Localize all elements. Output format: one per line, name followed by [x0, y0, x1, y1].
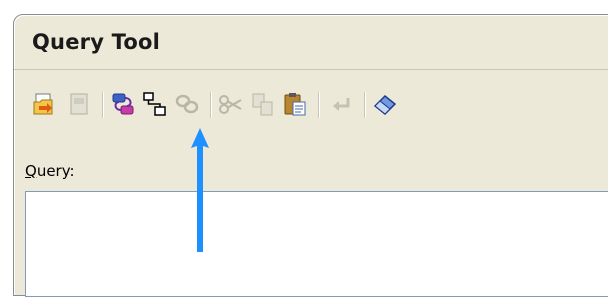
- title-bar: Query Tool: [14, 15, 608, 70]
- undo-button[interactable]: [326, 88, 356, 120]
- annotation-arrow: [188, 124, 212, 256]
- paste-button[interactable]: [280, 88, 310, 120]
- undo-arrow-icon: [333, 98, 350, 111]
- scissors-icon: [219, 95, 242, 114]
- eraser-icon: [373, 94, 397, 116]
- document-icon: [70, 93, 88, 115]
- open-folder-icon: [33, 93, 53, 115]
- toolbar-separator: [364, 92, 365, 118]
- query-input[interactable]: [25, 191, 608, 297]
- query-label-text: Query:: [25, 162, 75, 180]
- copy-button[interactable]: [248, 88, 278, 120]
- save-button[interactable]: [64, 88, 94, 120]
- chain-icon: [175, 94, 199, 114]
- open-file-button[interactable]: [30, 88, 60, 120]
- toolbar-separator: [102, 92, 103, 118]
- link-tables-button[interactable]: [108, 88, 138, 120]
- query-builder-button[interactable]: [140, 88, 170, 120]
- clipboard-icon: [284, 93, 306, 116]
- query-label: Query:: [25, 162, 75, 180]
- toolbar-separator: [318, 92, 319, 118]
- toolbar-separator: [210, 92, 211, 118]
- connected-boxes-icon: [143, 92, 166, 116]
- up-arrow-icon: [191, 128, 209, 252]
- unlink-button[interactable]: [172, 88, 202, 120]
- cut-button[interactable]: [216, 88, 246, 120]
- eraser-button[interactable]: [370, 88, 400, 120]
- toolbar: [30, 88, 570, 124]
- window-title: Query Tool: [32, 30, 160, 54]
- linked-tables-icon: [112, 93, 134, 115]
- copy-icon: [252, 93, 273, 116]
